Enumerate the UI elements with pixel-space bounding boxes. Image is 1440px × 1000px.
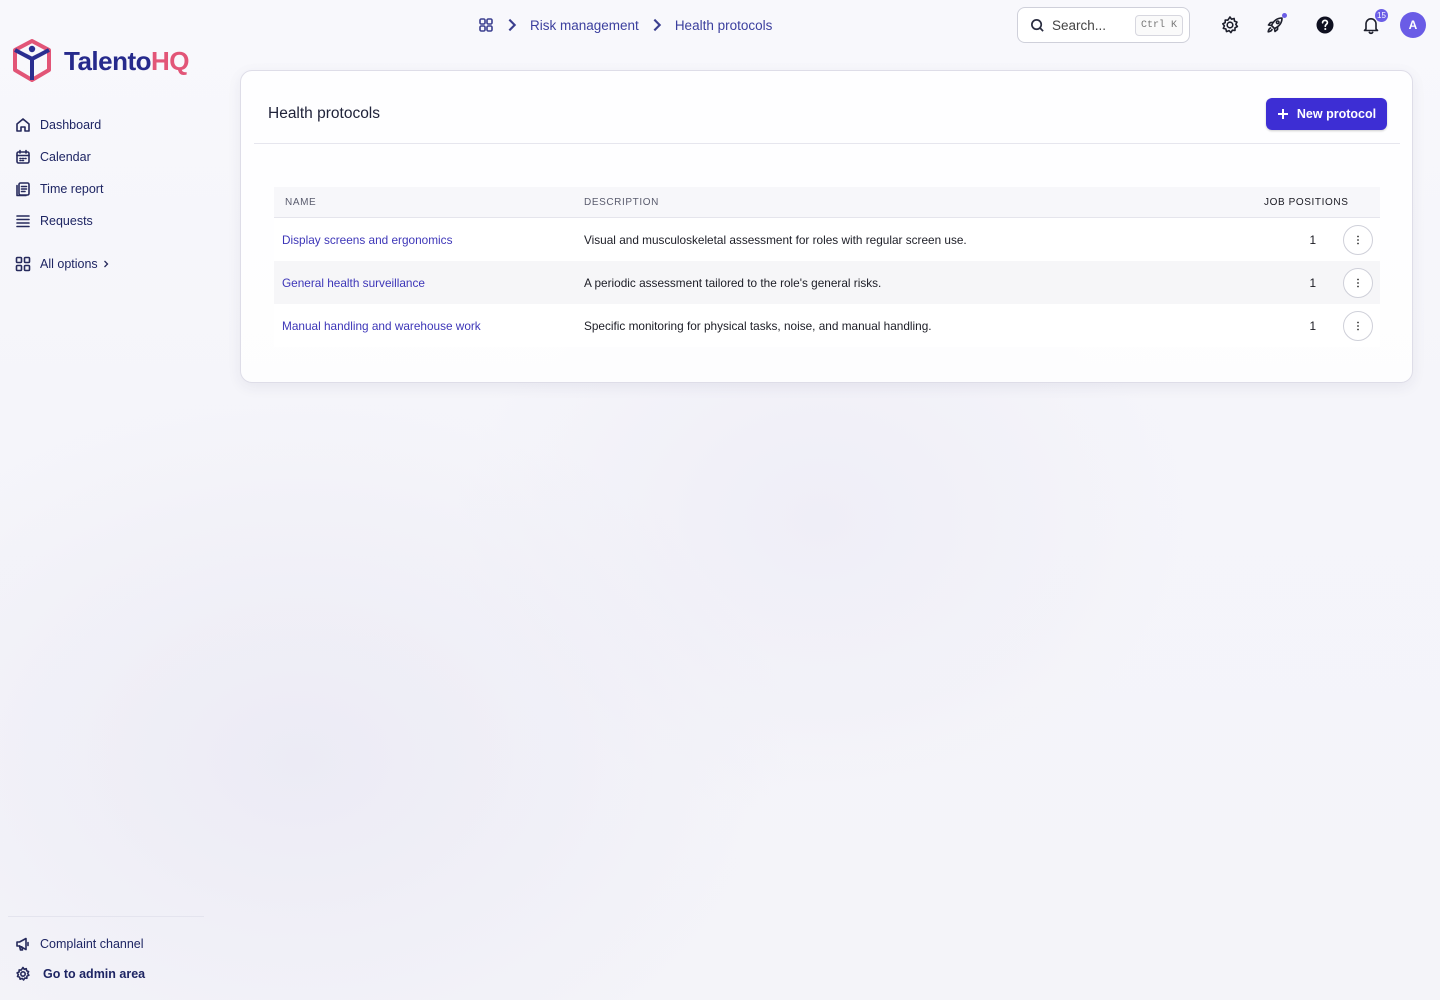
more-vertical-icon: [1357, 321, 1359, 330]
sidebar-item-complaint-channel[interactable]: Complaint channel: [14, 929, 145, 959]
protocol-description: A periodic assessment tailored to the ro…: [584, 275, 882, 290]
search-icon: [1031, 18, 1044, 32]
brand-logo[interactable]: TalentoHQ: [12, 39, 190, 83]
grid-icon: [14, 255, 32, 273]
search-box[interactable]: Ctrl K: [1017, 7, 1190, 43]
sidebar-divider: [8, 916, 204, 917]
column-header-name[interactable]: NAME: [274, 197, 584, 208]
table-row: General health surveillance A periodic a…: [274, 261, 1380, 304]
page-title: Health protocols: [268, 105, 381, 122]
protocol-description: Specific monitoring for physical tasks, …: [584, 318, 932, 333]
chevron-right-icon: [653, 18, 661, 32]
sidebar-item-label: All options: [40, 257, 98, 271]
sidebar-item-label: Calendar: [40, 150, 91, 164]
sidebar-item-label: Dashboard: [40, 118, 102, 132]
table-header: NAME DESCRIPTION JOB POSITIONS: [274, 187, 1380, 218]
launch-button[interactable]: [1263, 13, 1287, 37]
megaphone-icon: [14, 935, 32, 953]
breadcrumb-health-protocols[interactable]: Health protocols: [675, 18, 773, 33]
home-icon: [14, 116, 32, 134]
protocols-table: NAME DESCRIPTION JOB POSITIONS Display s…: [274, 187, 1380, 347]
column-header-job-positions[interactable]: JOB POSITIONS: [1264, 197, 1348, 208]
row-actions-button[interactable]: [1343, 267, 1373, 298]
update-dot: [1282, 13, 1287, 18]
avatar[interactable]: A: [1400, 12, 1426, 38]
sidebar-item-dashboard[interactable]: Dashboard: [14, 109, 110, 141]
protocol-job-positions: 1: [1309, 232, 1316, 247]
more-vertical-icon: [1357, 278, 1359, 287]
brand-name: TalentoHQ: [64, 45, 190, 76]
new-protocol-button[interactable]: New protocol: [1266, 98, 1387, 130]
sidebar-item-all-options[interactable]: All options: [14, 248, 110, 280]
protocol-description: Visual and musculoskeletal assessment fo…: [584, 232, 967, 247]
report-icon: [14, 180, 32, 198]
settings-button[interactable]: [1218, 13, 1242, 37]
sidebar-item-calendar[interactable]: Calendar: [14, 141, 110, 173]
column-header-description[interactable]: DESCRIPTION: [584, 197, 1264, 208]
protocols-card: Health protocols New protocol NAME DESCR…: [240, 70, 1413, 383]
more-vertical-icon: [1357, 235, 1359, 244]
sidebar-item-requests[interactable]: Requests: [14, 205, 110, 237]
protocol-name-link[interactable]: General health surveillance: [282, 276, 425, 290]
new-protocol-label: New protocol: [1296, 107, 1377, 121]
table-row: Display screens and ergonomics Visual an…: [274, 218, 1380, 261]
bottom-nav: Complaint channel Go to admin area: [14, 929, 145, 989]
plus-icon: [1277, 109, 1288, 119]
table-body: Display screens and ergonomics Visual an…: [274, 218, 1380, 347]
logo-icon: [13, 39, 51, 82]
card-divider: [254, 143, 1400, 144]
help-icon: [1316, 16, 1334, 34]
gear-icon: [14, 965, 32, 983]
rocket-icon: [1267, 17, 1283, 33]
help-button[interactable]: [1313, 13, 1337, 37]
table-row: Manual handling and warehouse work Speci…: [274, 304, 1380, 347]
sidebar-item-label: Complaint channel: [40, 937, 144, 951]
notifications-badge: 15: [1375, 9, 1388, 22]
calendar-icon: [14, 148, 32, 166]
protocol-job-positions: 1: [1309, 318, 1316, 333]
protocol-name-link[interactable]: Manual handling and warehouse work: [282, 319, 481, 333]
sidebar-item-label: Time report: [40, 182, 104, 196]
apps-grid-icon[interactable]: [478, 17, 494, 33]
breadcrumb: Risk management Health protocols: [478, 14, 772, 36]
sidebar: TalentoHQ Dashboard Calendar Time report…: [0, 0, 216, 1000]
list-icon: [14, 212, 32, 230]
search-shortcut: Ctrl K: [1134, 14, 1183, 36]
notifications-button[interactable]: 15: [1359, 9, 1388, 37]
protocol-job-positions: 1: [1309, 275, 1316, 290]
protocol-name-link[interactable]: Display screens and ergonomics: [282, 233, 452, 247]
row-actions-button[interactable]: [1343, 224, 1373, 255]
chevron-right-icon: [103, 260, 109, 268]
sidebar-item-label: Requests: [40, 214, 93, 228]
sidebar-item-time-report[interactable]: Time report: [14, 173, 110, 205]
sidebar-item-admin-area[interactable]: Go to admin area: [14, 959, 145, 989]
main-nav: Dashboard Calendar Time report Requests: [14, 109, 110, 280]
row-actions-button[interactable]: [1343, 310, 1373, 341]
search-input[interactable]: [1052, 17, 1134, 33]
chevron-right-icon: [508, 18, 517, 32]
gear-icon: [1222, 16, 1239, 34]
sidebar-item-label: Go to admin area: [43, 967, 146, 981]
breadcrumb-risk-management[interactable]: Risk management: [530, 18, 639, 33]
